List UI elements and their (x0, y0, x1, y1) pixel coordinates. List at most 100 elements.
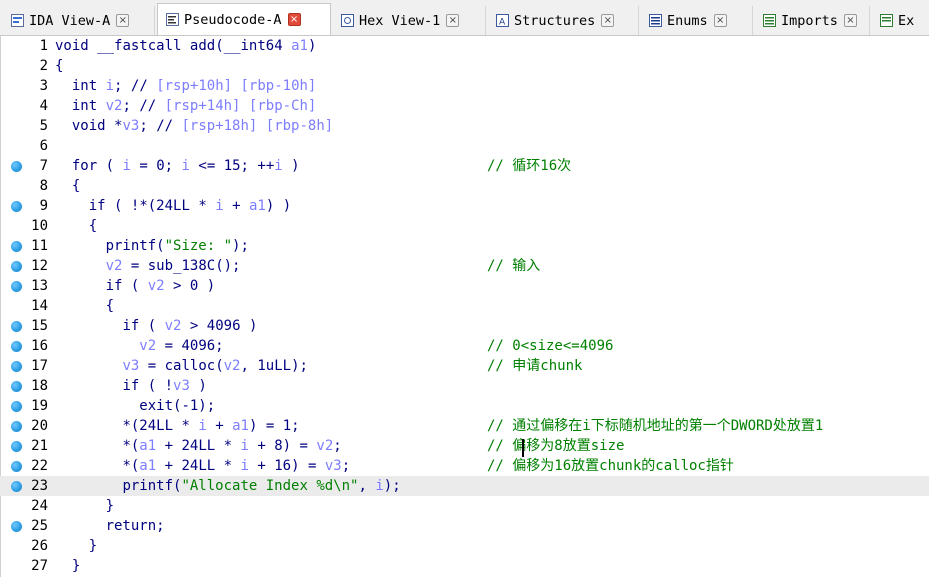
code-line[interactable]: 26 } (0, 536, 929, 556)
code-line[interactable]: 3 int i; // [rsp+10h] [rbp-10h] (0, 76, 929, 96)
code-line[interactable]: 18 if ( !v3 ) (0, 376, 929, 396)
code-text[interactable]: { (55, 216, 97, 236)
pseudocode-editor[interactable]: 1 void __fastcall add(__int64 a1) 2{3 int … (0, 36, 929, 577)
breakpoint-dot-icon[interactable] (11, 401, 22, 412)
tab-label: Pseudocode-A (184, 11, 282, 28)
code-line[interactable]: 2{ (0, 56, 929, 76)
code-text[interactable]: printf("Size: "); (55, 236, 249, 256)
breakpoint-dot-icon[interactable] (11, 241, 22, 252)
code-line[interactable]: 20 *(24LL * i + a1) = 1; // 通过偏移在i下标随机地址的… (0, 416, 929, 436)
code-line[interactable]: 14 { (0, 296, 929, 316)
code-line[interactable]: 6 (0, 136, 929, 156)
code-line[interactable]: 13 if ( v2 > 0 ) (0, 276, 929, 296)
close-icon[interactable]: × (287, 13, 301, 26)
code-line[interactable]: 1 void __fastcall add(__int64 a1) (0, 36, 929, 56)
close-icon[interactable]: × (116, 14, 130, 27)
code-text[interactable]: if ( v2 > 0 ) (55, 276, 216, 296)
code-line[interactable]: 23 printf("Allocate Index %d\n", i); (0, 476, 929, 496)
close-icon[interactable]: × (713, 14, 727, 27)
code-comment: // 0<size<=4096 (487, 338, 614, 354)
breakpoint-dot-icon[interactable] (11, 381, 22, 392)
code-line[interactable]: 22 *(a1 + 24LL * i + 16) = v3; // 偏移为16放置… (0, 456, 929, 476)
tab-bar: IDA View-A × Pseudocode-A × Hex View-1 × A Stru… (0, 0, 929, 36)
code-text[interactable]: { (55, 56, 63, 76)
line-number: 7 (39, 158, 48, 174)
code-text[interactable]: v2 = sub_138C(); (55, 256, 241, 276)
code-text[interactable]: } (55, 556, 80, 576)
close-icon[interactable]: × (446, 14, 460, 27)
code-text[interactable]: if ( !v3 ) (55, 376, 206, 396)
breakpoint-dot-icon[interactable] (11, 421, 22, 432)
code-text[interactable]: int v2; // [rsp+14h] [rbp-Ch] (55, 96, 316, 116)
code-text[interactable]: { (55, 176, 80, 196)
code-text[interactable]: *(24LL * i + a1) = 1; (55, 416, 299, 436)
tab-label: Enums (667, 12, 708, 29)
imports-icon (763, 14, 776, 27)
line-number: 9 (39, 198, 48, 214)
line-number: 11 (31, 238, 48, 254)
breakpoint-dot-icon[interactable] (11, 321, 22, 332)
code-text[interactable]: void __fastcall add(__int64 a1) (55, 36, 316, 56)
code-text[interactable]: *(a1 + 24LL * i + 8) = v2; (55, 436, 341, 456)
code-text[interactable]: v2 = 4096; (55, 336, 223, 356)
code-line[interactable]: 15 if ( v2 > 4096 ) (0, 316, 929, 336)
breakpoint-dot-icon[interactable] (11, 441, 22, 452)
breakpoint-dot-icon[interactable] (11, 461, 22, 472)
code-line[interactable]: 16 v2 = 4096; // 0<size<=4096 (0, 336, 929, 356)
line-number: 22 (31, 458, 48, 474)
line-number: 27 (31, 558, 48, 574)
breakpoint-dot-icon[interactable] (11, 361, 22, 372)
code-line[interactable]: 27 } (0, 556, 929, 576)
tab-label: Imports (781, 12, 838, 29)
close-icon[interactable]: × (601, 14, 615, 27)
code-line[interactable]: 10 { (0, 216, 929, 236)
code-line[interactable]: 7 for ( i = 0; i <= 15; ++i ) // 循环16次 (0, 156, 929, 176)
code-text[interactable]: void *v3; // [rsp+18h] [rbp-8h] (55, 116, 333, 136)
breakpoint-dot-icon[interactable] (11, 481, 22, 492)
tab-imports[interactable]: Imports × (755, 6, 870, 35)
line-number: 3 (39, 78, 48, 94)
code-line[interactable]: 8 { (0, 176, 929, 196)
tab-hex-view-1[interactable]: Hex View-1 × (333, 6, 486, 35)
breakpoint-dot-icon[interactable] (11, 281, 22, 292)
code-line[interactable]: 17 v3 = calloc(v2, 1uLL); // 申请chunk (0, 356, 929, 376)
code-text[interactable]: if ( !*(24LL * i + a1) ) (55, 196, 291, 216)
breakpoint-dot-icon[interactable] (11, 261, 22, 272)
code-line[interactable]: 5 void *v3; // [rsp+18h] [rbp-8h] (0, 116, 929, 136)
line-number: 15 (31, 318, 48, 334)
line-number: 24 (31, 498, 48, 514)
code-text[interactable]: } (55, 496, 114, 516)
breakpoint-dot-icon[interactable] (11, 341, 22, 352)
code-line[interactable]: 12 v2 = sub_138C(); // 输入 (0, 256, 929, 276)
breakpoint-dot-icon[interactable] (11, 521, 22, 532)
code-text[interactable]: return; (55, 516, 165, 536)
line-number: 1 (39, 38, 48, 54)
breakpoint-dot-icon[interactable] (11, 161, 22, 172)
code-text[interactable]: } (55, 536, 97, 556)
tab-structures[interactable]: A Structures × (488, 6, 639, 35)
code-line[interactable]: 21 *(a1 + 24LL * i + 8) = v2; // 偏移为8放置si… (0, 436, 929, 456)
code-line[interactable]: 25 return; (0, 516, 929, 536)
code-text[interactable]: { (55, 296, 114, 316)
code-text[interactable]: if ( v2 > 4096 ) (55, 316, 257, 336)
tab-enums[interactable]: Enums × (641, 6, 753, 35)
code-line[interactable]: 11 printf("Size: "); (0, 236, 929, 256)
code-text[interactable]: int i; // [rsp+10h] [rbp-10h] (55, 76, 317, 96)
code-text[interactable]: exit(-1); (55, 396, 215, 416)
tab-ex[interactable]: Ex (872, 6, 929, 35)
breakpoint-dot-icon[interactable] (11, 201, 22, 212)
hex-view-icon (341, 14, 354, 27)
code-line[interactable]: 4 int v2; // [rsp+14h] [rbp-Ch] (0, 96, 929, 116)
code-text[interactable]: for ( i = 0; i <= 15; ++i ) (55, 156, 300, 176)
code-line[interactable]: 9 if ( !*(24LL * i + a1) ) (0, 196, 929, 216)
tab-pseudocode-a[interactable]: Pseudocode-A × (157, 3, 331, 35)
tab-ida-view-a[interactable]: IDA View-A × (3, 6, 155, 35)
line-number: 6 (39, 138, 48, 154)
code-line[interactable]: 19 exit(-1); (0, 396, 929, 416)
text-cursor (522, 439, 524, 457)
code-text[interactable]: *(a1 + 24LL * i + 16) = v3; (55, 456, 350, 476)
code-text[interactable]: printf("Allocate Index %d\n", i); (55, 476, 400, 496)
code-line[interactable]: 24 } (0, 496, 929, 516)
code-text[interactable]: v3 = calloc(v2, 1uLL); (55, 356, 308, 376)
close-icon[interactable]: × (843, 14, 857, 27)
